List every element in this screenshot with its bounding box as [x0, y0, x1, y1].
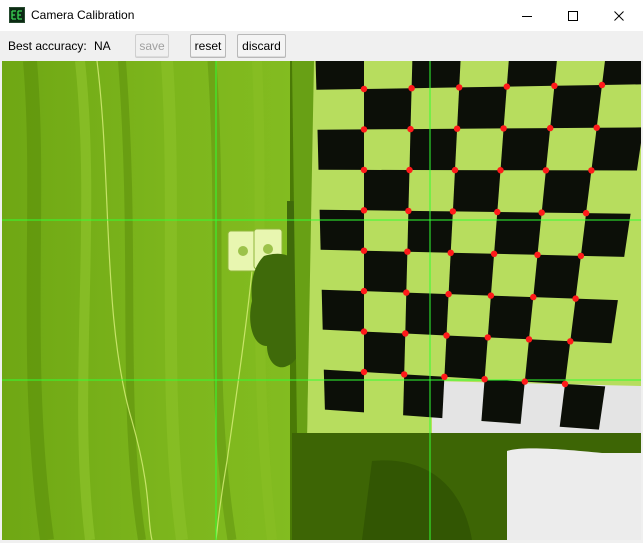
checker-square	[364, 169, 410, 211]
minimize-button[interactable]	[504, 0, 550, 31]
detected-corner	[598, 81, 606, 89]
checker-square	[500, 128, 551, 171]
detected-corner	[360, 287, 368, 295]
detected-corner	[503, 83, 510, 90]
detected-corner	[538, 209, 545, 216]
toolbar: Best accuracy: NA save reset discard	[0, 31, 643, 61]
checker-square	[591, 127, 641, 171]
minimize-icon	[522, 15, 532, 17]
detected-corner	[561, 380, 569, 388]
detected-corner	[593, 124, 600, 131]
detected-corner	[360, 368, 368, 376]
maximize-icon	[568, 10, 578, 21]
detected-corner	[551, 82, 558, 89]
detected-corner	[407, 125, 414, 133]
detected-corner	[443, 332, 450, 339]
detected-corner	[360, 126, 368, 133]
detected-corner	[445, 290, 452, 298]
close-button[interactable]	[596, 0, 642, 31]
title-bar[interactable]: Camera Calibration	[0, 0, 643, 31]
checker-square	[364, 250, 408, 293]
detected-corner	[404, 248, 411, 255]
checker-square	[315, 61, 364, 90]
detected-corner	[487, 292, 495, 299]
checker-square	[364, 88, 412, 130]
checker-square	[541, 170, 592, 214]
close-icon	[614, 10, 624, 21]
checker-square	[411, 61, 461, 89]
detected-corner	[360, 85, 368, 93]
checker-square	[364, 331, 406, 375]
detected-corner	[525, 336, 533, 343]
detected-corner	[402, 330, 409, 337]
window-title: Camera Calibration	[31, 8, 135, 22]
detected-corner	[567, 338, 574, 345]
detected-corner	[405, 207, 412, 215]
checker-square	[524, 339, 571, 384]
detected-corner	[403, 289, 410, 296]
detected-corner	[497, 167, 504, 174]
maximize-button[interactable]	[550, 0, 596, 31]
detected-corner	[406, 166, 413, 174]
detected-corner	[360, 328, 368, 335]
camera-calibration-window: Camera Calibration Best accuracy: NA sav…	[0, 0, 643, 543]
detected-corner	[453, 125, 461, 132]
best-accuracy-label: Best accuracy:	[8, 39, 87, 53]
lower-scene	[292, 433, 641, 540]
detected-corner	[360, 166, 368, 174]
detected-corner	[360, 247, 368, 254]
detected-corner	[441, 373, 448, 380]
detected-corner	[490, 250, 498, 257]
checker-square	[448, 252, 495, 296]
checker-square	[403, 374, 445, 419]
detected-corner	[481, 376, 488, 383]
checker-square	[444, 335, 488, 380]
checker-square	[405, 292, 449, 336]
checker-square	[550, 85, 602, 129]
checker-square	[487, 295, 534, 340]
save-button[interactable]: save	[135, 34, 169, 58]
detected-corner	[572, 295, 579, 302]
checker-square	[317, 129, 364, 170]
discard-button[interactable]: discard	[237, 34, 286, 58]
detected-corner	[451, 166, 459, 174]
reset-button[interactable]: reset	[190, 34, 226, 58]
detected-corner	[494, 208, 501, 216]
checker-square	[323, 369, 364, 413]
checker-square	[602, 61, 641, 85]
checker-square	[457, 86, 507, 129]
detected-corner	[447, 249, 454, 256]
checker-square	[409, 128, 458, 171]
checker-square	[494, 212, 542, 255]
detected-corner	[588, 167, 595, 174]
detected-corner	[360, 207, 368, 214]
detected-corner	[500, 125, 507, 132]
checker-square	[506, 61, 557, 87]
best-accuracy-value: NA	[94, 39, 111, 53]
camera-image	[2, 61, 641, 540]
detected-corner	[456, 84, 463, 91]
detected-corner	[582, 209, 590, 217]
checker-square	[570, 298, 618, 344]
detected-corner	[449, 208, 457, 215]
checker-square	[321, 289, 364, 332]
checker-square	[319, 209, 364, 251]
detected-corner	[534, 251, 541, 258]
detected-corner	[484, 334, 491, 341]
app-logo-icon	[9, 7, 25, 23]
checker-square	[452, 170, 501, 212]
detected-corner	[521, 378, 528, 385]
camera-feed[interactable]	[2, 61, 641, 540]
checker-square	[559, 384, 606, 430]
checker-square	[481, 379, 525, 424]
checker-square	[533, 254, 581, 299]
detected-corner	[542, 167, 550, 174]
detected-corner	[547, 124, 554, 132]
detected-corner	[408, 85, 415, 92]
detected-corner	[577, 252, 585, 260]
detected-corner	[401, 371, 408, 378]
detected-corner	[530, 293, 537, 301]
